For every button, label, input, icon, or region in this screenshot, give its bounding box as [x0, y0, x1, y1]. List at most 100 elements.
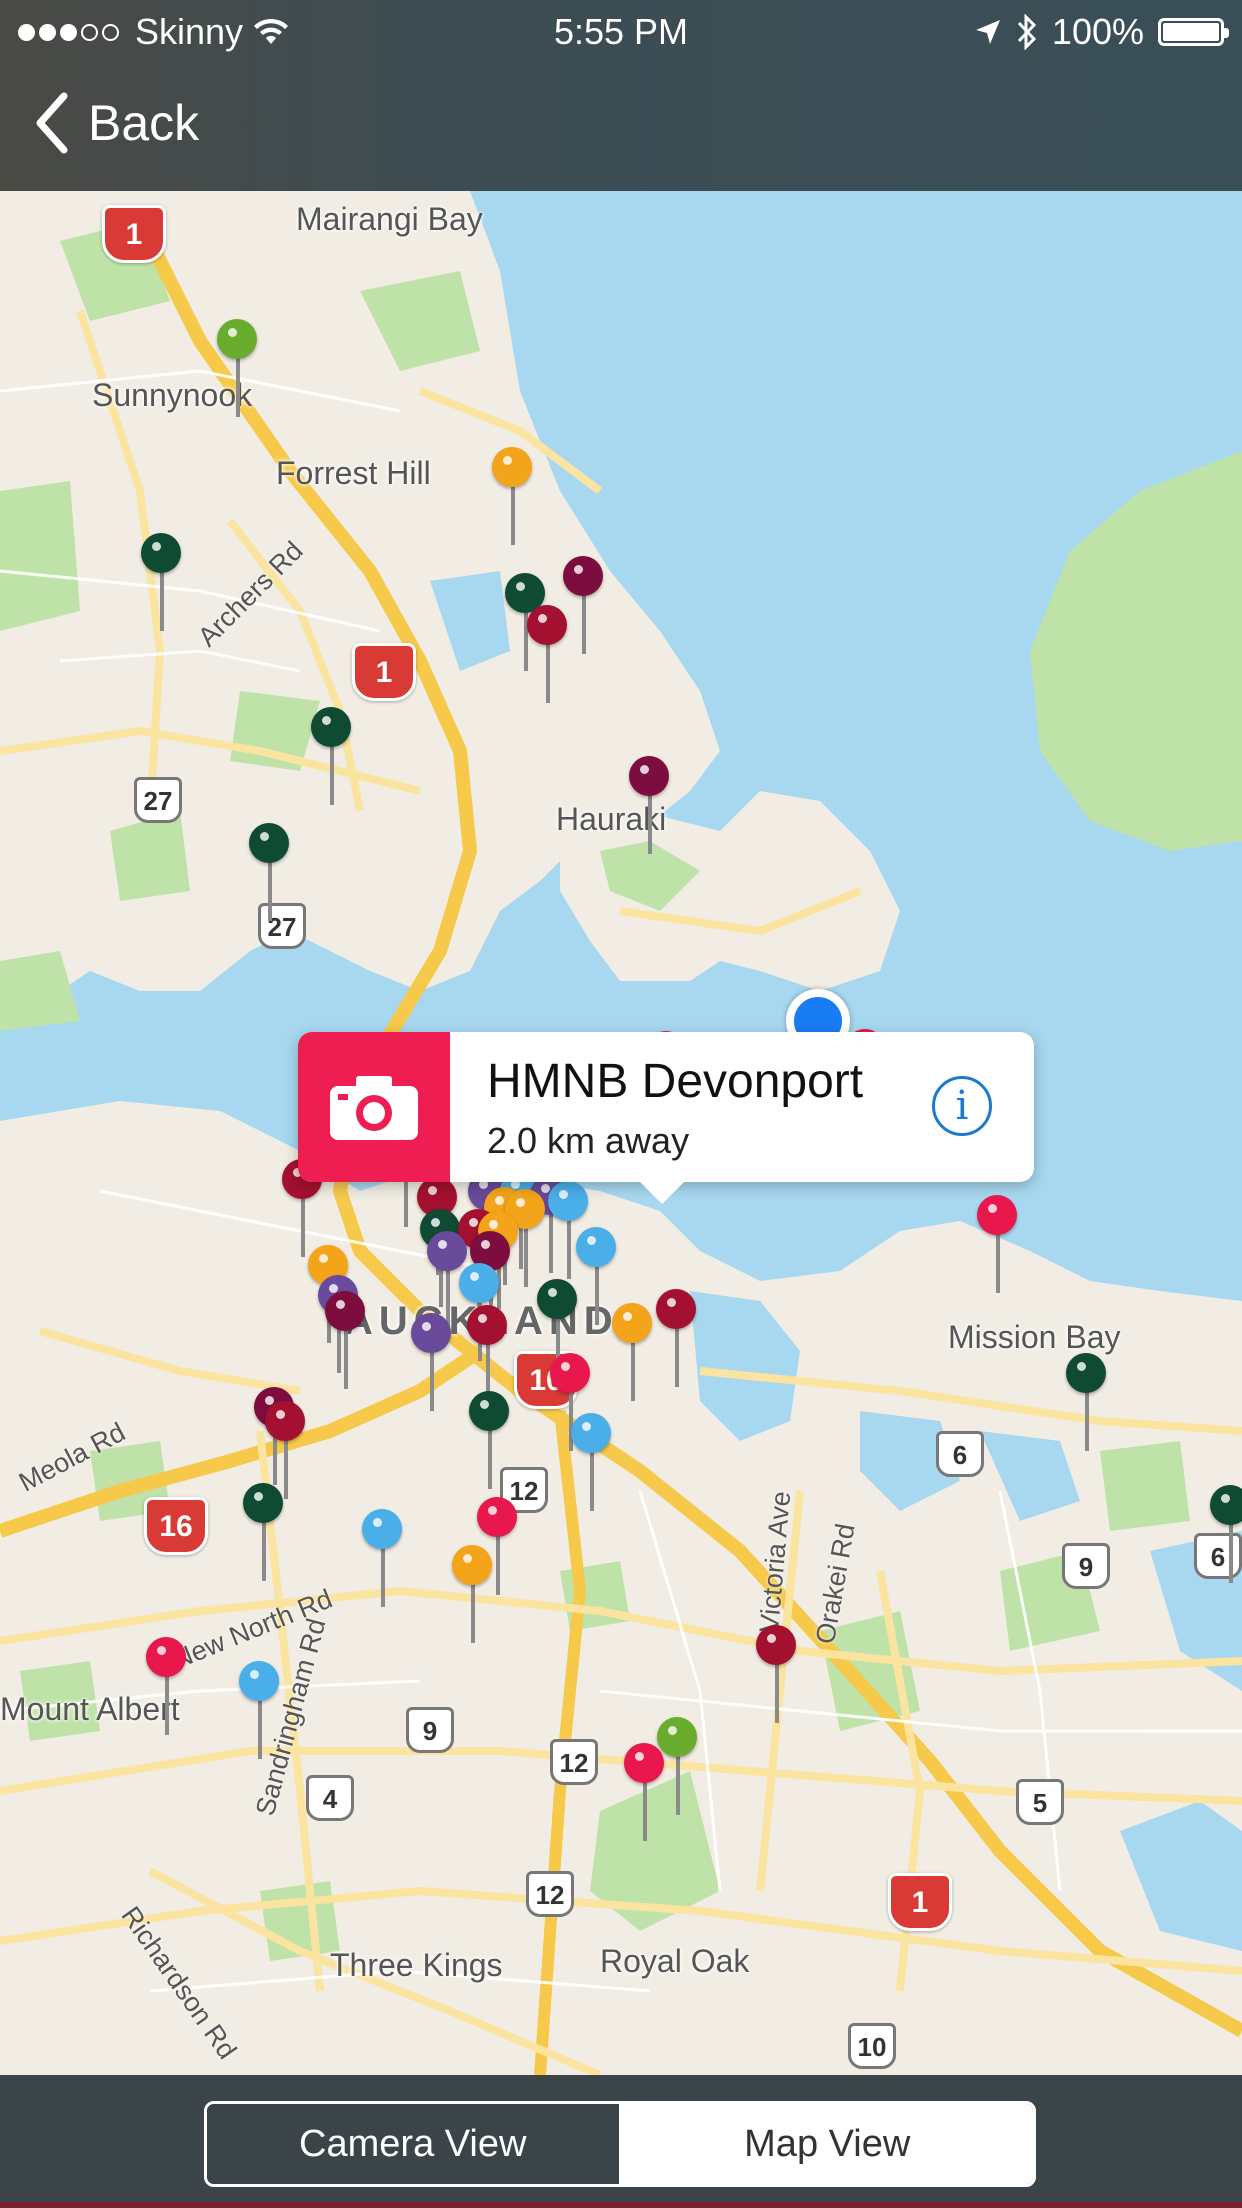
map-pin[interactable] — [612, 1303, 654, 1403]
pin-stick — [165, 1667, 169, 1735]
pin-stick — [268, 853, 272, 921]
pin-head — [756, 1625, 796, 1665]
pin-head — [249, 823, 289, 863]
pin-head — [492, 447, 532, 487]
back-button[interactable]: Back — [34, 92, 199, 154]
pin-stick — [775, 1655, 779, 1723]
pin-stick — [1229, 1515, 1233, 1583]
pin-stick — [381, 1539, 385, 1607]
pin-head — [656, 1289, 696, 1329]
callout-distance: 2.0 km away — [487, 1120, 690, 1161]
place-label-mission-bay: Mission Bay — [948, 1319, 1121, 1355]
pin-stick — [430, 1343, 434, 1411]
pin-stick — [631, 1333, 635, 1401]
map-pin[interactable] — [217, 319, 259, 419]
pin-head — [629, 756, 669, 796]
pin-head — [571, 1413, 611, 1453]
map-pin[interactable] — [492, 447, 534, 547]
map-pin[interactable] — [629, 756, 671, 856]
map-pin[interactable] — [411, 1313, 453, 1413]
callout-tail — [638, 1180, 686, 1204]
map-pin[interactable] — [311, 707, 353, 807]
pin-head — [239, 1661, 279, 1701]
pin-head — [657, 1717, 697, 1757]
camera-view-segment[interactable]: Camera View — [207, 2104, 622, 2184]
map-pin[interactable] — [249, 823, 291, 923]
pin-stick — [1085, 1383, 1089, 1451]
map-pin[interactable] — [243, 1483, 285, 1583]
map-pin[interactable] — [1210, 1485, 1242, 1585]
pin-stick — [675, 1319, 679, 1387]
pin-stick — [511, 477, 515, 545]
info-icon[interactable]: i — [932, 1076, 992, 1136]
map-pin[interactable] — [452, 1545, 494, 1645]
place-label-three-kings: Three Kings — [330, 1947, 503, 1983]
pin-head — [311, 707, 351, 747]
bluetooth-icon — [1017, 14, 1037, 50]
pin-head — [977, 1195, 1017, 1235]
pin-head — [265, 1401, 305, 1441]
bottom-toolbar: Camera View Map View — [0, 2075, 1242, 2208]
pin-stick — [160, 563, 164, 631]
map-pin[interactable] — [469, 1391, 511, 1491]
map-view[interactable]: Mairangi Bay Sunnynook Forrest Hill Haur… — [0, 191, 1242, 2075]
map-pin[interactable] — [756, 1625, 798, 1725]
pin-head — [563, 556, 603, 596]
pin-head — [1066, 1353, 1106, 1393]
pin-head — [243, 1483, 283, 1523]
pin-head — [1210, 1485, 1242, 1525]
map-view-segment[interactable]: Map View — [621, 2104, 1033, 2184]
pin-stick — [996, 1225, 1000, 1293]
status-right: 100% — [974, 11, 1229, 53]
navigation-bar: Skinny 5:55 PM 100% Back — [0, 0, 1242, 191]
battery-percent: 100% — [1051, 11, 1144, 52]
callout-icon-box — [298, 1032, 450, 1182]
battery-icon — [1158, 18, 1229, 46]
camera-icon — [330, 1076, 418, 1140]
pin-head — [452, 1545, 492, 1585]
pin-callout[interactable]: HMNB Devonport 2.0 km away i — [298, 1032, 1034, 1204]
route-shield: 12 — [526, 1871, 574, 1917]
pin-stick — [582, 586, 586, 654]
map-pin[interactable] — [563, 556, 605, 656]
pin-head — [527, 605, 567, 645]
map-pin[interactable] — [467, 1305, 509, 1405]
map-pin[interactable] — [657, 1717, 699, 1817]
back-label: Back — [88, 95, 200, 151]
pin-head — [217, 319, 257, 359]
pin-stick — [595, 1257, 599, 1325]
map-pin[interactable] — [977, 1195, 1019, 1295]
route-shield: 5 — [1016, 1779, 1064, 1825]
map-pin[interactable] — [1066, 1353, 1108, 1453]
battery-fill — [1163, 23, 1219, 41]
pin-stick — [643, 1773, 647, 1841]
map-pin[interactable] — [146, 1637, 188, 1737]
motorway-shield: 16 — [144, 1497, 208, 1555]
view-segmented-control[interactable]: Camera View Map View — [204, 2101, 1036, 2187]
pin-stick — [567, 1211, 571, 1279]
pin-stick — [590, 1443, 594, 1511]
motorway-shield: 1 — [888, 1873, 952, 1931]
route-shield: 9 — [406, 1707, 454, 1753]
pin-head — [362, 1509, 402, 1549]
pin-head — [576, 1227, 616, 1267]
pin-stick — [236, 349, 240, 417]
map-pin[interactable] — [362, 1509, 404, 1609]
map-pin[interactable] — [141, 533, 183, 633]
pin-head — [325, 1291, 365, 1331]
route-shield: 10 — [848, 2023, 896, 2069]
pin-stick — [258, 1691, 262, 1759]
pin-stick — [471, 1575, 475, 1643]
route-shield: 4 — [306, 1775, 354, 1821]
map-pin[interactable] — [656, 1289, 698, 1389]
pin-stick — [648, 786, 652, 854]
location-arrow-icon — [975, 20, 1000, 44]
map-pin[interactable] — [239, 1661, 281, 1761]
map-pin[interactable] — [325, 1291, 367, 1391]
callout-title: HMNB Devonport — [487, 1055, 864, 1108]
map-pin[interactable] — [571, 1413, 613, 1513]
pin-stick — [262, 1513, 266, 1581]
map-pin[interactable] — [527, 605, 569, 705]
route-shield: 9 — [1062, 1543, 1110, 1589]
motorway-shield: 1 — [102, 205, 166, 263]
